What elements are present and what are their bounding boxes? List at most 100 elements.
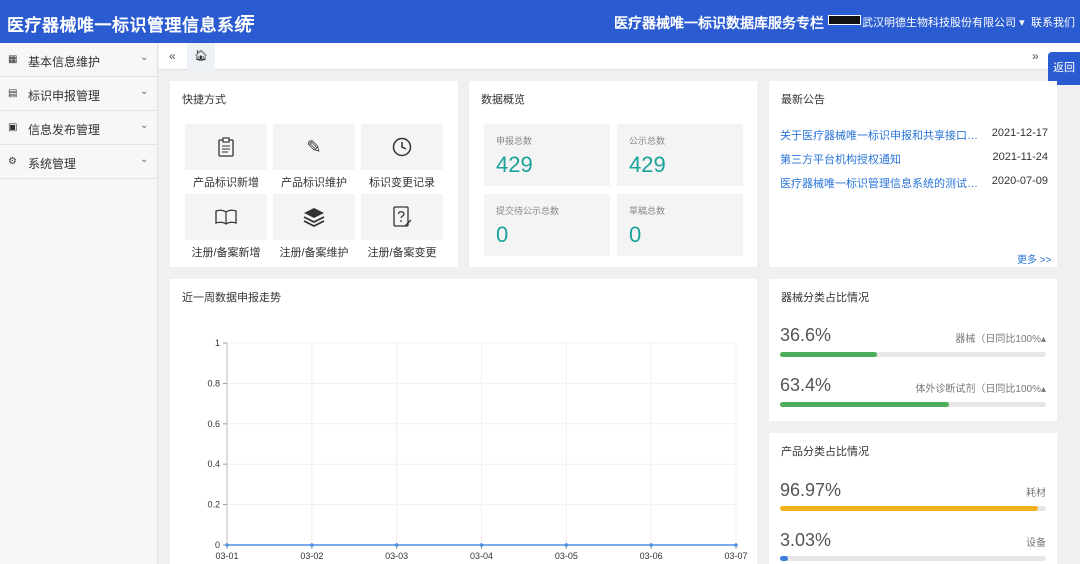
device-pct-label-text: 器械（日同比100% bbox=[955, 334, 1041, 345]
sidebar-item-label: 基本信息维护 bbox=[28, 55, 101, 69]
device-pct-label-text: 体外诊断试剂（日同比100% bbox=[915, 384, 1041, 395]
chevron-down-icon: ⌄ bbox=[140, 120, 149, 131]
chevron-down-icon: ⌄ bbox=[140, 52, 149, 63]
shortcut-registration-add[interactable] bbox=[185, 194, 267, 240]
data-point bbox=[394, 543, 399, 547]
device-pct-label: 体外诊断试剂（日同比100%▴ bbox=[915, 380, 1046, 395]
x-tick-label: 03-04 bbox=[470, 551, 493, 561]
device-pct-value: 36.6% bbox=[780, 325, 832, 345]
contact-link[interactable]: 联系我们 bbox=[1031, 14, 1075, 30]
device-progress-bar bbox=[780, 402, 1046, 407]
sidebar-item-label: 信息发布管理 bbox=[28, 123, 101, 137]
data-point bbox=[564, 543, 569, 547]
notice-date: 2021-12-17 bbox=[991, 127, 1048, 139]
product-pct-label: 耗材 bbox=[1026, 488, 1046, 499]
grid-icon: ▦ bbox=[8, 54, 18, 65]
layers-icon bbox=[273, 194, 355, 240]
shortcut-label[interactable]: 标识变更记录 bbox=[352, 174, 452, 190]
trend-chart: 0 0.2 0.4 0.6 0.8 1 03-01 03-02 03-03 03-04 03-05 0… bbox=[207, 338, 747, 561]
notice-title[interactable]: 第三方平台机构授权通知 bbox=[780, 151, 983, 167]
chevron-down-icon: ⌄ bbox=[140, 86, 149, 97]
sidebar-item-label: 系统管理 bbox=[28, 157, 77, 171]
x-tick-label: 03-06 bbox=[640, 551, 663, 561]
book-icon bbox=[185, 194, 267, 240]
stat-value: 429 bbox=[629, 152, 666, 177]
list-item[interactable]: 第三方平台机构授权通知 2021-11-24 bbox=[780, 151, 1048, 167]
tab-home[interactable]: 🏠︎ bbox=[187, 43, 215, 70]
data-point bbox=[310, 543, 314, 547]
card-title: 数据概览 bbox=[481, 94, 525, 106]
tab-bar: « 🏠︎ » bbox=[159, 43, 1080, 70]
shortcut-label[interactable]: 注册/备案变更 bbox=[352, 244, 452, 260]
data-point bbox=[649, 543, 653, 547]
product-progress-bar bbox=[780, 556, 1046, 561]
data-point bbox=[479, 543, 484, 547]
y-tick-label: 0.4 bbox=[207, 459, 220, 469]
sidebar-item-basic-info[interactable]: ▦ 基本信息维护 ⌄ bbox=[0, 43, 157, 77]
stat-draft-total[interactable]: 草稿总数 0 bbox=[617, 194, 743, 256]
product-progress-bar bbox=[780, 506, 1046, 511]
card-title: 最新公告 bbox=[781, 94, 825, 106]
shortcut-registration-change[interactable] bbox=[361, 194, 443, 240]
id-card-icon: ▣ bbox=[8, 122, 18, 133]
x-tick-label: 03-07 bbox=[724, 551, 747, 561]
stat-label: 草稿总数 bbox=[629, 206, 666, 216]
clock-icon bbox=[361, 124, 443, 170]
double-chevron-right-icon[interactable]: » bbox=[1032, 49, 1039, 63]
x-tick-label: 03-01 bbox=[215, 551, 238, 561]
stat-label: 提交待公示总数 bbox=[496, 206, 560, 216]
notice-date: 2021-11-24 bbox=[992, 151, 1048, 163]
double-chevron-left-icon[interactable]: « bbox=[169, 49, 176, 63]
sidebar-item-declaration[interactable]: ▤ 标识申报管理 ⌄ bbox=[0, 77, 157, 111]
device-pct-value: 63.4% bbox=[780, 375, 832, 395]
shortcut-label[interactable]: 注册/备案维护 bbox=[264, 244, 364, 260]
y-tick-label: 0.2 bbox=[207, 500, 220, 510]
sidebar-item-label: 标识申报管理 bbox=[28, 89, 101, 103]
menu-toggle-icon[interactable] bbox=[241, 13, 255, 29]
product-pct-label: 设备 bbox=[1026, 538, 1046, 549]
clipboard-icon bbox=[185, 124, 267, 170]
data-point bbox=[225, 543, 229, 547]
sidebar-item-publish[interactable]: ▣ 信息发布管理 ⌄ bbox=[0, 111, 157, 145]
device-progress-bar bbox=[780, 352, 1046, 357]
company-menu[interactable]: 武汉明德生物科技股份有限公司 ▾ bbox=[862, 14, 1025, 30]
shortcut-label[interactable]: 注册/备案新增 bbox=[176, 244, 276, 260]
caret-up-icon: ▴ bbox=[1040, 384, 1046, 395]
card-title: 快捷方式 bbox=[182, 94, 226, 106]
gears-icon: ⚙ bbox=[8, 156, 17, 167]
more-link[interactable]: 更多 >> bbox=[1017, 251, 1051, 266]
caret-up-icon: ▴ bbox=[1040, 334, 1046, 345]
sidebar: ▦ 基本信息维护 ⌄ ▤ 标识申报管理 ⌄ ▣ 信息发布管理 ⌄ ⚙ 系统管理 … bbox=[0, 43, 158, 564]
avatar[interactable] bbox=[828, 15, 861, 25]
stat-value: 429 bbox=[496, 152, 533, 177]
shortcut-product-add[interactable] bbox=[185, 124, 267, 170]
stat-pending-total[interactable]: 提交待公示总数 0 bbox=[484, 194, 610, 256]
shortcut-label[interactable]: 产品标识维护 bbox=[264, 174, 364, 190]
progress-fill bbox=[780, 556, 789, 561]
card-title: 产品分类占比情况 bbox=[781, 446, 869, 458]
list-item[interactable]: 关于医疗器械唯一标识申报和共享接口新增 2021-12-17 bbox=[780, 127, 1048, 143]
shortcut-registration-maintain[interactable] bbox=[273, 194, 355, 240]
database-column-link[interactable]: 医疗器械唯一标识数据库服务专栏 bbox=[614, 13, 824, 33]
caret-down-icon: ▾ bbox=[1019, 17, 1025, 29]
device-class-card: 器械分类占比情况 bbox=[769, 279, 1057, 421]
notice-date: 2020-07-09 bbox=[991, 175, 1048, 187]
device-pct-label: 器械（日同比100%▴ bbox=[955, 330, 1046, 345]
stat-value: 0 bbox=[629, 222, 642, 247]
sidebar-item-system[interactable]: ⚙ 系统管理 ⌄ bbox=[0, 145, 157, 179]
stat-declared-total[interactable]: 申报总数 429 bbox=[484, 124, 610, 186]
shortcut-change-log[interactable] bbox=[361, 124, 443, 170]
company-name: 武汉明德生物科技股份有限公司 bbox=[862, 17, 1016, 29]
y-tick-label: 0 bbox=[215, 540, 220, 550]
stat-published-total[interactable]: 公示总数 429 bbox=[617, 124, 743, 186]
notice-title[interactable]: 医疗器械唯一标识管理信息系统的测试环境 bbox=[780, 175, 983, 191]
notices-card: 最新公告 bbox=[769, 81, 1057, 267]
y-tick-label: 0.6 bbox=[207, 419, 220, 429]
notice-title[interactable]: 关于医疗器械唯一标识申报和共享接口新增 bbox=[780, 127, 983, 143]
y-tick-label: 0.8 bbox=[207, 378, 220, 388]
list-item[interactable]: 医疗器械唯一标识管理信息系统的测试环境 2020-07-09 bbox=[780, 175, 1048, 191]
question-doc-icon bbox=[361, 194, 443, 240]
shortcut-product-maintain[interactable]: ✎ bbox=[273, 124, 355, 170]
shortcut-label[interactable]: 产品标识新增 bbox=[176, 174, 276, 190]
stat-label: 申报总数 bbox=[496, 136, 533, 146]
